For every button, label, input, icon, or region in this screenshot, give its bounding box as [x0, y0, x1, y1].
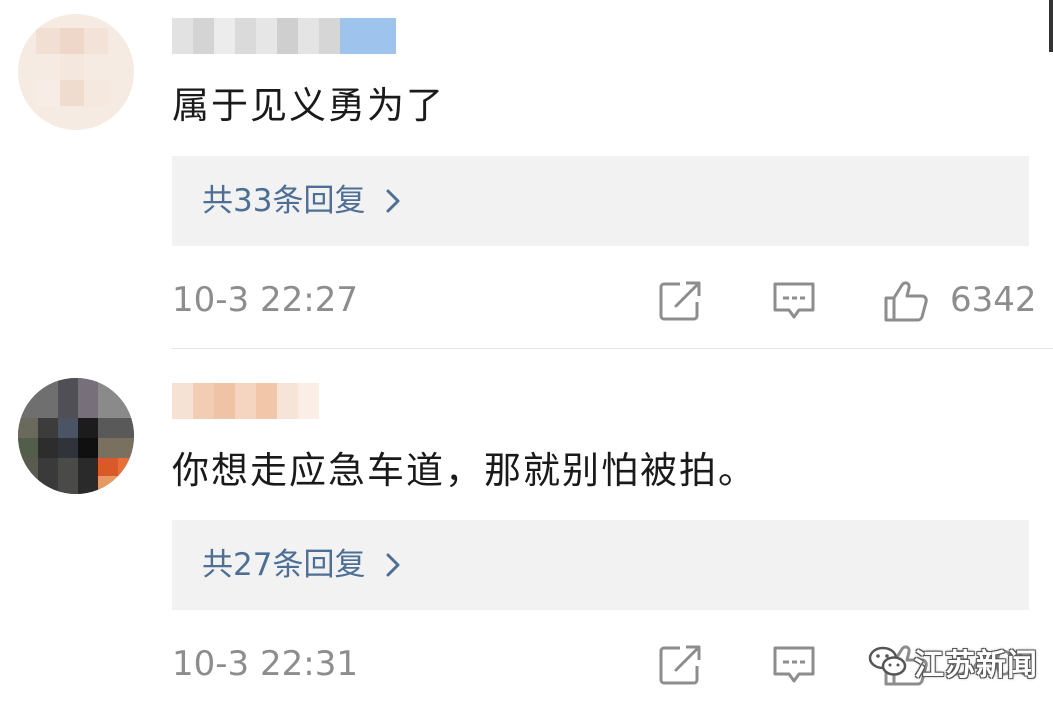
share-icon[interactable]: [658, 644, 704, 686]
view-replies-button[interactable]: 共27条回复: [172, 520, 1029, 610]
watermark: 江苏新闻: [868, 636, 1038, 688]
comment-text: 属于见义勇为了: [172, 84, 445, 127]
wechat-icon: [868, 646, 907, 676]
chevron-right-icon: [386, 189, 400, 213]
comment-timestamp: 10-3 22:27: [172, 280, 358, 320]
share-icon[interactable]: [658, 280, 704, 322]
comment-icon[interactable]: [771, 644, 817, 686]
username-blurred[interactable]: [172, 18, 396, 54]
comment-icon[interactable]: [771, 280, 817, 322]
comment-text: 你想走应急车道，那就别怕被拍。: [172, 449, 757, 492]
avatar[interactable]: [18, 14, 134, 130]
comment-item: 属于见义勇为了 共33条回复 10-3 22:27 6342: [0, 0, 1053, 348]
like-count: 6342: [950, 280, 1037, 320]
view-replies-button[interactable]: 共33条回复: [172, 156, 1029, 246]
thumbs-up-icon[interactable]: [883, 280, 929, 322]
username-blurred[interactable]: [172, 383, 319, 419]
watermark-text: 江苏新闻: [914, 648, 1038, 683]
chevron-right-icon: [386, 553, 400, 577]
comment-meta-row: 10-3 22:27 6342: [172, 270, 1037, 330]
comment-timestamp: 10-3 22:31: [172, 644, 358, 684]
replies-count-label: 共27条回复: [202, 547, 366, 583]
replies-count-label: 共33条回复: [202, 183, 366, 219]
avatar[interactable]: [18, 378, 134, 494]
